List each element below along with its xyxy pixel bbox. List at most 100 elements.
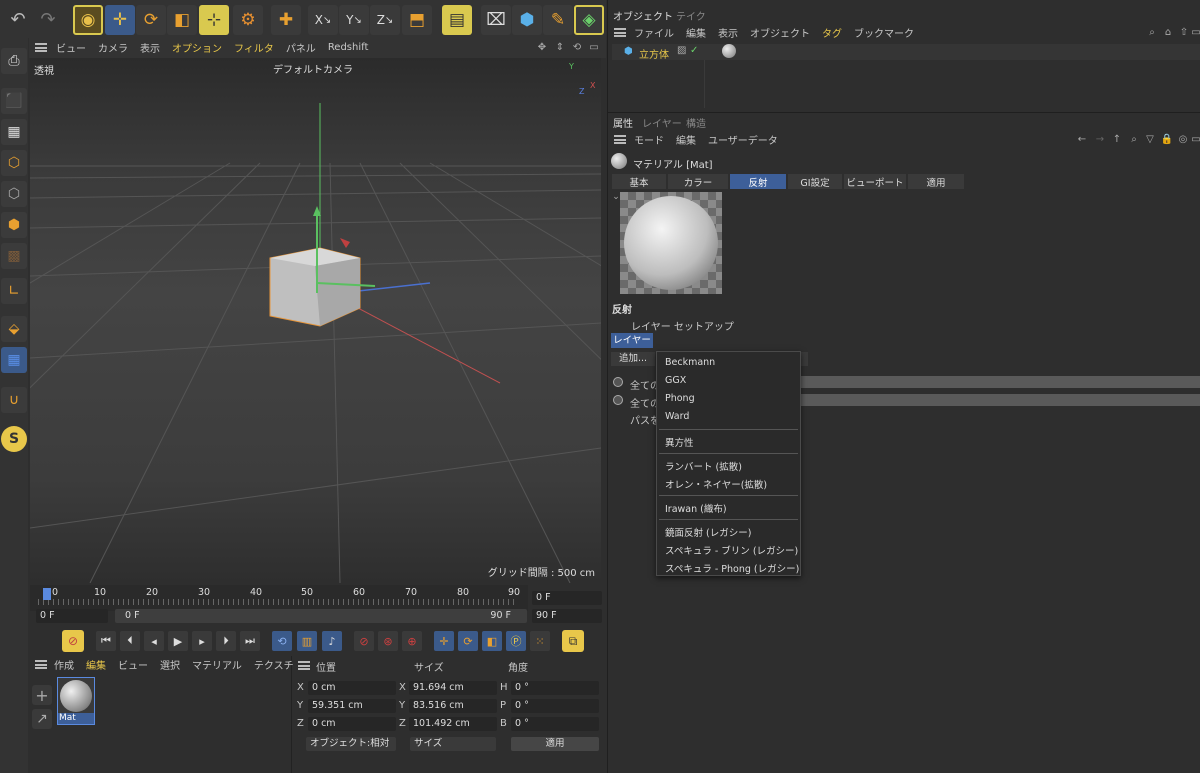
magnet-icon[interactable]: ∪ <box>1 387 27 413</box>
viewport-maximize-icon[interactable]: ▭ <box>587 40 601 54</box>
axis-mode-icon[interactable]: ∟ <box>1 278 27 304</box>
tab-assign[interactable]: 適用 <box>908 174 964 189</box>
menu-view[interactable]: ビュー <box>50 40 92 55</box>
key-scale-icon[interactable]: ◧ <box>482 631 502 651</box>
object-row[interactable]: ⬢ 立方体 ▨ ✓ <box>612 44 1200 61</box>
make-editable-icon[interactable]: ⎙ <box>1 48 27 74</box>
menu-select[interactable]: 選択 <box>154 657 186 672</box>
coords-menu-icon[interactable] <box>298 661 310 670</box>
render-view-icon[interactable]: ▤ <box>442 5 472 35</box>
menu-edit[interactable]: 編集 <box>80 657 112 672</box>
menu-bookmark[interactable]: ブックマーク <box>848 25 920 40</box>
cube-primitive-icon[interactable]: ⬢ <box>512 5 542 35</box>
dropdown-item-beckmann[interactable]: Beckmann <box>665 357 715 368</box>
move-tool-icon[interactable]: ✛ <box>105 5 135 35</box>
menu-tag[interactable]: タグ <box>816 25 848 40</box>
dropdown-item-anisotropy[interactable]: 異方性 <box>665 435 694 449</box>
redo-icon[interactable]: ↷ <box>34 6 62 32</box>
dropdown-item-phong-legacy[interactable]: スペキュラ - Phong (レガシー) <box>665 561 799 575</box>
angle-b-field[interactable]: 0 ° <box>511 717 599 731</box>
visibility-icon[interactable]: ✓ <box>690 45 698 56</box>
add-material-icon[interactable]: + <box>32 685 52 705</box>
tab-viewport[interactable]: ビューポート <box>844 174 906 189</box>
menu-redshift[interactable]: Redshift <box>322 42 375 53</box>
menu-mode[interactable]: モード <box>628 132 670 147</box>
play-icon[interactable]: ▶ <box>168 631 188 651</box>
dropdown-item-reflection-legacy[interactable]: 鏡面反射 (レガシー) <box>665 525 751 539</box>
lock-icon[interactable]: 🔒 <box>1160 132 1174 146</box>
size-z-field[interactable]: 101.492 cm <box>409 717 497 731</box>
record-position-icon[interactable]: ⊘ <box>354 631 374 651</box>
grid-snap-icon[interactable]: ▦ <box>1 347 27 373</box>
menu-filter[interactable]: フィルタ <box>228 40 280 55</box>
dropdown-item-irawan[interactable]: Irawan (織布) <box>665 501 727 515</box>
polygons-mode-icon[interactable]: ⬢ <box>1 212 27 238</box>
coord-mode-select[interactable]: オブジェクト:相対 <box>306 737 396 751</box>
pos-y-field[interactable]: 59.351 cm <box>308 699 396 713</box>
menu-camera[interactable]: カメラ <box>92 40 134 55</box>
pos-z-field[interactable]: 0 cm <box>308 717 396 731</box>
row2-slider[interactable] <box>800 394 1200 406</box>
tab-gi[interactable]: GI設定 <box>788 174 842 189</box>
menu-view[interactable]: ビュー <box>112 657 154 672</box>
create-object-icon[interactable]: ✚ <box>271 5 301 35</box>
menu-material[interactable]: マテリアル <box>186 657 248 672</box>
viewport-move-icon[interactable]: ✥ <box>535 40 549 54</box>
menu-panel[interactable]: パネル <box>280 40 322 55</box>
material-menu-icon[interactable] <box>35 660 47 669</box>
viewport-rotate-icon[interactable]: ⟲ <box>570 40 584 54</box>
up-icon[interactable]: ⇧ <box>1177 25 1191 39</box>
script-icon[interactable]: S <box>1 426 27 452</box>
prev-frame-icon[interactable]: ◂ <box>144 631 164 651</box>
menu-display[interactable]: 表示 <box>134 40 166 55</box>
workplane-icon[interactable]: ⬙ <box>1 316 27 342</box>
z-axis-lock-icon[interactable]: Z ↘ <box>370 5 400 35</box>
rotate-tool-icon[interactable]: ⟳ <box>136 5 166 35</box>
end-frame-field[interactable]: 90 F <box>532 609 602 623</box>
points-mode-icon[interactable]: ⬡ <box>1 150 27 176</box>
x-axis-lock-icon[interactable]: X ↘ <box>308 5 338 35</box>
fps-icon[interactable]: ▥ <box>297 631 317 651</box>
size-x-field[interactable]: 91.694 cm <box>409 681 497 695</box>
angle-p-field[interactable]: 0 ° <box>511 699 599 713</box>
tab-color[interactable]: カラー <box>668 174 728 189</box>
attr-menu-icon[interactable] <box>614 135 626 144</box>
edges-mode-icon[interactable]: ⬡ <box>1 181 27 207</box>
go-end-icon[interactable]: ⏭ <box>240 631 260 651</box>
next-frame-icon[interactable]: ▸ <box>192 631 212 651</box>
filter-icon[interactable]: ▽ <box>1143 132 1157 146</box>
key-grid-icon[interactable]: ⁙ <box>530 631 550 651</box>
tab-attributes[interactable]: 属性 <box>613 115 633 130</box>
menu-edit[interactable]: 編集 <box>670 132 702 147</box>
viewport[interactable]: 透視 デフォルトカメラ Y X Z グリッド間隔 : 500 cm <box>30 58 601 583</box>
angle-h-field[interactable]: 0 ° <box>511 681 599 695</box>
forward-arrow-icon[interactable]: → <box>1092 132 1108 146</box>
menu-edit[interactable]: 編集 <box>680 25 712 40</box>
tab-takes[interactable]: テイク <box>676 8 706 23</box>
uv-mode-icon[interactable]: ▩ <box>1 243 27 269</box>
tab-objects[interactable]: オブジェクト <box>613 8 673 23</box>
render-region-icon[interactable]: ⌧ <box>481 5 511 35</box>
select-arrow-icon[interactable]: ↗ <box>32 709 52 729</box>
pos-x-field[interactable]: 0 cm <box>308 681 396 695</box>
viewport-menu-icon[interactable] <box>35 43 47 52</box>
tab-reflectance[interactable]: 反射 <box>730 174 786 189</box>
start-frame-field[interactable]: 0 F <box>36 609 108 623</box>
layer-button[interactable]: レイヤー <box>611 333 653 348</box>
row1-slider[interactable] <box>800 376 1200 388</box>
new-attr-window-icon[interactable]: ▭ <box>1191 132 1200 146</box>
key-param-icon[interactable]: Ⓟ <box>506 631 526 651</box>
frame-range-slider[interactable]: 0 F 90 F <box>115 609 527 623</box>
dropdown-item-ggx[interactable]: GGX <box>665 375 686 386</box>
size-mode-select[interactable]: サイズ <box>410 737 496 751</box>
object-name[interactable]: 立方体 <box>639 46 669 61</box>
search-icon[interactable]: ⌕ <box>1145 25 1159 39</box>
loop-icon[interactable]: ⟲ <box>272 631 292 651</box>
material-thumbnail[interactable]: Mat <box>57 677 95 725</box>
generator-icon[interactable]: ◈ <box>574 5 604 35</box>
dropdown-item-oren-nayar[interactable]: オレン・ネイヤー(拡散) <box>665 477 767 491</box>
up-arrow-icon[interactable]: ↑ <box>1110 132 1124 146</box>
apply-button[interactable]: 適用 <box>511 737 599 751</box>
dropdown-item-blinn-legacy[interactable]: スペキュラ - ブリン (レガシー) <box>665 543 798 557</box>
menu-userdata[interactable]: ユーザーデータ <box>702 132 784 147</box>
